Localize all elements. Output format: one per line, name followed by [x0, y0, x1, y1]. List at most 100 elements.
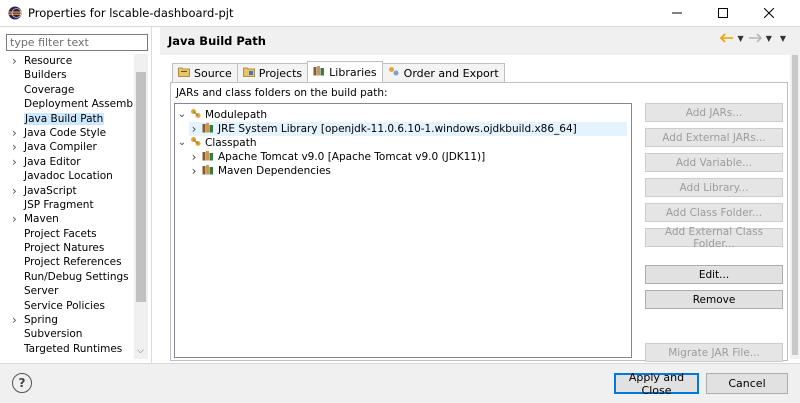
dialog-footer: ? Apply and Close Cancel	[0, 363, 800, 403]
chevron-right-icon[interactable]: ›	[12, 126, 17, 140]
chevron-right-icon[interactable]: ›	[12, 184, 17, 198]
sidebar-item-java-compiler[interactable]: › Java Compiler	[0, 140, 134, 154]
sidebar-item-javadoc-location[interactable]: Javadoc Location	[0, 169, 134, 183]
remove-button[interactable]: Remove	[645, 290, 783, 309]
minimize-button[interactable]	[654, 0, 700, 26]
library-tree-node[interactable]: › Maven Dependencies	[189, 164, 331, 178]
sidebar: › Resource BuildersCoverage Deployment Asse…	[0, 27, 152, 364]
add-variable-button[interactable]: Add Variable...	[645, 153, 783, 172]
sidebar-item-resource[interactable]: › Resource	[0, 54, 134, 68]
window-title: Properties for lscable-dashboard-pjt	[28, 6, 234, 20]
cancel-button[interactable]: Cancel	[706, 373, 788, 394]
chevron-right-icon[interactable]: ›	[12, 155, 17, 169]
back-menu-icon[interactable]: ▼	[738, 34, 744, 43]
chevron-right-icon[interactable]: ›	[12, 140, 17, 154]
edit-button[interactable]: Edit...	[645, 265, 783, 284]
back-arrow-icon[interactable]	[719, 33, 734, 43]
property-page-tree: › Resource Builders Coverage Deployment Asse…	[0, 54, 134, 355]
migrate-jar-file-button[interactable]: Migrate JAR File...	[645, 343, 783, 362]
sidebar-item-label: JSP Fragment	[24, 198, 94, 211]
sidebar-item-project-natures[interactable]: Project Natures	[0, 241, 134, 255]
chevron-down-icon[interactable]: ⌄	[177, 136, 187, 150]
sidebar-item-label: Builders	[24, 69, 67, 82]
chevron-right-icon[interactable]: ›	[189, 164, 199, 178]
library-tree[interactable]: ⌄ Modulepath › JRE System Library [openjdk-…	[174, 103, 632, 358]
tab-label: Source	[194, 66, 232, 80]
apply-and-close-button[interactable]: Apply and Close	[614, 371, 699, 397]
library-node-label: Apache Tomcat v9.0 [Apache Tomcat v9.0 (…	[218, 151, 486, 163]
sidebar-item-label: Coverage	[24, 83, 75, 96]
add-jars-button[interactable]: Add JARs...	[645, 103, 783, 122]
sidebar-item-service-policies[interactable]: Service Policies	[0, 299, 134, 313]
sidebar-item-targeted-runtimes[interactable]: Targeted Runtimes	[0, 342, 134, 355]
maximize-button[interactable]	[700, 0, 746, 26]
sidebar-item-label: Targeted Runtimes	[24, 342, 123, 355]
sidebar-item-server[interactable]: Server	[0, 284, 134, 298]
tab-projects[interactable]: Projects	[236, 63, 309, 82]
chevron-right-icon[interactable]: ›	[12, 54, 17, 68]
content-area: Java Build Path ▼ ▼ ▼ Source Projects Libr…	[160, 27, 800, 364]
order-export-icon	[388, 66, 400, 80]
chevron-right-icon[interactable]: ›	[12, 313, 17, 327]
chevron-right-icon[interactable]: ›	[189, 122, 199, 136]
tab-label: Projects	[258, 66, 303, 80]
library-tree-node[interactable]: › Apache Tomcat v9.0 [Apache Tomcat v9.0 …	[189, 150, 486, 165]
sidebar-item-label: Java Editor	[24, 155, 81, 168]
sidebar-item-java-editor[interactable]: › Java Editor	[0, 155, 134, 169]
view-menu-icon[interactable]: ▼	[780, 34, 786, 43]
sidebar-item-label: Java Code Style	[24, 126, 107, 139]
sidebar-item-deployment-assembly[interactable]: Deployment Assembly	[0, 97, 134, 111]
library-tree-node[interactable]: › JRE System Library [openjdk-11.0.6.10-1…	[189, 122, 627, 136]
sidebar-item-project-references[interactable]: Project References	[0, 255, 134, 269]
sidebar-item-jsp-fragment[interactable]: JSP Fragment	[0, 198, 134, 212]
scroll-down-icon[interactable]: ⌵	[137, 346, 144, 356]
chevron-right-icon[interactable]: ›	[12, 212, 17, 226]
tab-libraries[interactable]: Libraries	[307, 61, 383, 82]
tab-strip: Source Projects Libraries Order and Export	[172, 61, 505, 83]
help-icon: ?	[18, 376, 26, 390]
close-button[interactable]	[746, 0, 792, 26]
page-header: Java Build Path ▼ ▼ ▼	[160, 27, 800, 55]
sidebar-item-maven[interactable]: › Maven	[0, 212, 134, 226]
minimize-icon	[672, 12, 682, 14]
add-class-folder-button[interactable]: Add Class Folder...	[645, 203, 783, 222]
sidebar-item-project-facets[interactable]: Project Facets	[0, 227, 134, 241]
tab-source[interactable]: Source	[172, 63, 238, 82]
sidebar-item-label: Run/Debug Settings	[24, 270, 129, 283]
sidebar-item-subversion[interactable]: Subversion	[0, 327, 134, 341]
tab-label: Order and Export	[403, 66, 499, 80]
scrollbar-thumb[interactable]	[792, 55, 798, 355]
sidebar-item-spring[interactable]: › Spring	[0, 313, 134, 327]
help-button[interactable]: ?	[12, 373, 32, 393]
sidebar-item-label: Maven	[24, 213, 59, 226]
library-icon	[202, 150, 215, 165]
chevron-down-icon[interactable]: ⌄	[177, 108, 187, 122]
sidebar-item-label: Java Build Path	[24, 112, 105, 125]
content-scrollbar[interactable]	[790, 55, 800, 359]
library-tree-node[interactable]: ⌄ Modulepath	[177, 108, 267, 122]
sidebar-item-label: Project Natures	[24, 242, 105, 255]
sidebar-item-javascript[interactable]: › JavaScript	[0, 184, 134, 198]
sidebar-item-label: Javadoc Location	[24, 170, 113, 183]
sidebar-item-java-build-path[interactable]: Java Build Path	[0, 112, 134, 126]
filter-input[interactable]	[6, 34, 148, 51]
library-tree-node[interactable]: ⌄ Classpath	[177, 136, 257, 150]
add-library-button[interactable]: Add Library...	[645, 178, 783, 197]
sidebar-scrollbar[interactable]: ⌵	[134, 54, 148, 359]
build-path-caption: JARs and class folders on the build path…	[176, 87, 388, 99]
scrollbar-thumb[interactable]	[136, 72, 146, 302]
chevron-right-icon[interactable]: ›	[189, 150, 199, 164]
eclipse-icon	[8, 6, 22, 20]
sidebar-item-run-debug-settings[interactable]: Run/Debug Settings	[0, 270, 134, 284]
sidebar-item-label: Service Policies	[24, 299, 105, 312]
sidebar-item-java-code-style[interactable]: › Java Code Style	[0, 126, 134, 140]
sidebar-item-builders[interactable]: Builders	[0, 68, 134, 82]
tab-order-and-export[interactable]: Order and Export	[381, 63, 505, 82]
sidebar-item-label: Deployment Assembly	[24, 98, 134, 111]
add-external-class-folder-button[interactable]: Add External Class Folder...	[645, 226, 783, 250]
add-external-jars-button[interactable]: Add External JARs...	[645, 128, 783, 147]
sidebar-item-coverage[interactable]: Coverage	[0, 83, 134, 97]
sidebar-item-label: JavaScript	[24, 184, 77, 197]
forward-arrow-icon[interactable]	[748, 33, 762, 43]
forward-menu-icon[interactable]: ▼	[766, 34, 772, 43]
